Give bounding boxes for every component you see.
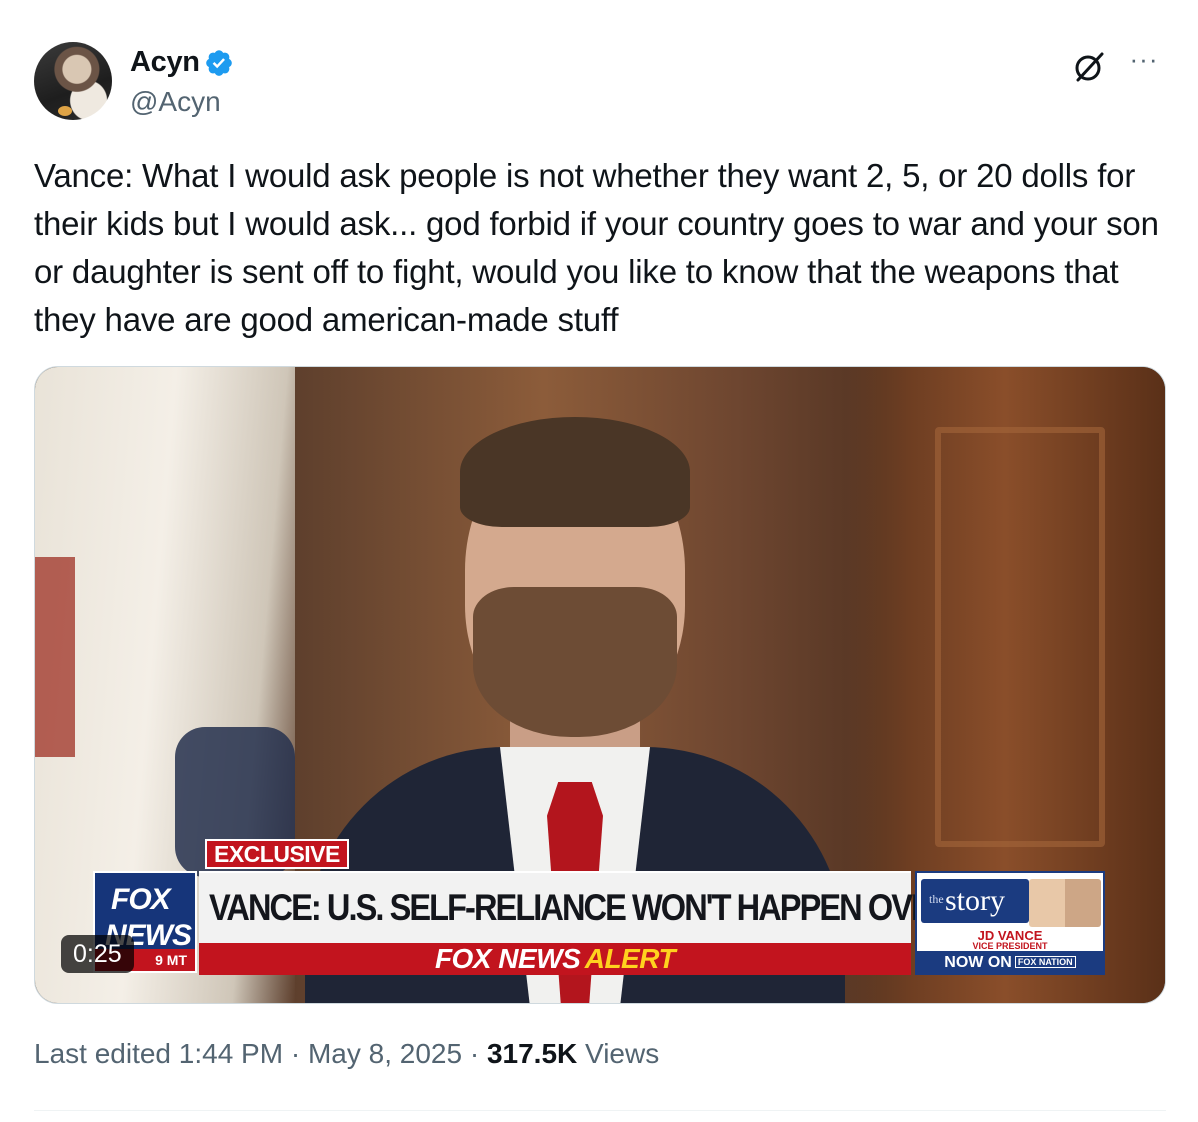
author-display-name[interactable]: Acyn	[130, 46, 200, 79]
divider	[34, 1110, 1166, 1111]
verified-badge-icon	[205, 49, 232, 76]
now-on-brand: FOX NATION	[1014, 956, 1076, 968]
news-lower-third: FOX NEWS 9 MT VANCE: U.S. SELF-RELIANCE …	[93, 871, 1109, 977]
fox-logo-line1: FOX	[111, 883, 171, 916]
tweet-meta: Last edited 1:44 PM · May 8, 2025 · 317.…	[34, 1038, 659, 1070]
tweet-time[interactable]: 1:44 PM	[179, 1038, 283, 1069]
tweet-date[interactable]: May 8, 2025	[308, 1038, 462, 1069]
edited-label[interactable]: Last edited	[34, 1038, 171, 1069]
news-headline-bar: VANCE: U.S. SELF-RELIANCE WON'T HAPPEN O…	[199, 871, 1046, 943]
grok-icon[interactable]	[1072, 50, 1106, 84]
author-name-row: Acyn	[130, 46, 234, 79]
now-on-label: NOW ON	[944, 954, 1012, 971]
show-logo-small: the	[929, 892, 944, 906]
meta-separator: ·	[469, 1038, 480, 1069]
show-name: story	[945, 884, 1005, 917]
exclusive-label: EXCLUSIVE	[205, 839, 349, 869]
views-count: 317.5K	[486, 1038, 578, 1069]
alert-brand: FOX NEWS	[434, 943, 581, 974]
guest-title: VICE PRESIDENT	[972, 941, 1048, 951]
avatar[interactable]	[34, 42, 112, 120]
author-handle[interactable]: @Acyn	[130, 86, 221, 118]
video-duration-badge: 0:25	[61, 935, 134, 973]
show-hosts-image	[1029, 879, 1101, 927]
more-options-icon[interactable]: ···	[1124, 46, 1164, 76]
show-logo: the story	[921, 879, 1029, 923]
tweet-header: Acyn @Acyn ···	[34, 40, 1164, 124]
video-player[interactable]: EXCLUSIVE FOX NEWS 9 MT VANCE: U.S. SELF…	[34, 366, 1166, 1004]
show-logo-box: the story JD VANCE VICE PRESIDENT NOW ON…	[915, 871, 1105, 975]
tweet-text: Vance: What I would ask people is not wh…	[34, 157, 1159, 338]
alert-word: ALERT	[584, 943, 676, 974]
news-alert-bar: FOX NEWS ALERT	[199, 943, 911, 975]
now-on-banner: NOW ON FOX NATION	[917, 951, 1103, 973]
meta-separator: ·	[290, 1038, 301, 1069]
views-label: Views	[585, 1038, 660, 1069]
